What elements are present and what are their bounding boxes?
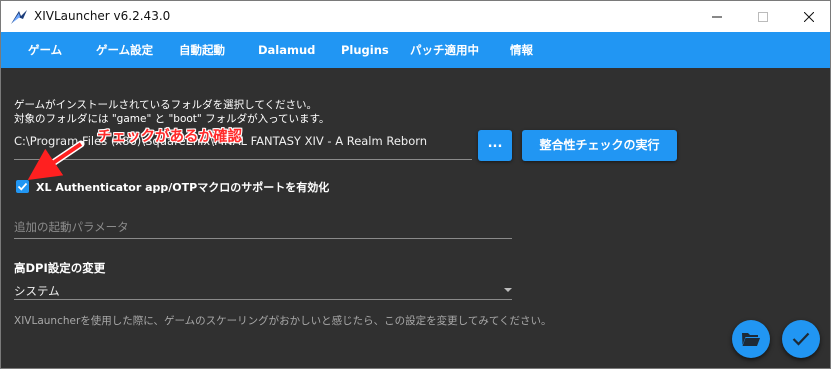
checkmark-icon — [17, 182, 28, 191]
tab-game-settings[interactable]: ゲーム設定 — [96, 32, 153, 68]
close-button[interactable] — [786, 1, 830, 32]
tab-plugins[interactable]: Plugins — [341, 32, 389, 68]
dpi-setting-title: 高DPI設定の変更 — [14, 261, 106, 275]
dpi-select-underline — [14, 299, 512, 300]
annotation-callout: チェックがあるか確認 — [97, 129, 242, 145]
game-folder-description-1: ゲームがインストールされているフォルダを選択してください。 — [14, 99, 318, 111]
save-settings-button[interactable] — [782, 320, 820, 358]
integrity-check-button[interactable]: 整合性チェックの実行 — [522, 130, 677, 161]
folder-open-icon — [742, 333, 760, 346]
game-path-underline — [14, 159, 472, 160]
close-icon — [804, 11, 814, 22]
check-icon — [792, 332, 810, 346]
minimize-button[interactable] — [694, 1, 740, 32]
window-title: XIVLauncher v6.2.43.0 — [34, 9, 171, 23]
tab-bar: ゲーム ゲーム設定 自動起動 Dalamud Plugins パッチ適用中 情報 — [1, 32, 830, 68]
otp-checkbox[interactable] — [16, 180, 29, 193]
tab-dalamud[interactable]: Dalamud — [258, 32, 315, 68]
tab-game[interactable]: ゲーム — [28, 32, 62, 68]
dpi-hint-text: XIVLauncherを使用した際に、ゲームのスケーリングがおかしいと感じたら、… — [14, 315, 552, 327]
maximize-icon — [758, 11, 768, 22]
title-bar: XIVLauncher v6.2.43.0 — [1, 1, 830, 32]
launch-params-input[interactable]: 追加の起動パラメータ — [14, 219, 512, 235]
launcher-window: XIVLauncher v6.2.43.0 ゲーム ゲーム設定 自動起動 Dal… — [0, 0, 831, 369]
xivlauncher-logo-icon — [11, 10, 27, 24]
minimize-icon — [712, 16, 722, 17]
game-folder-description-2: 対象のフォルダには "game" と "boot" フォルダが入っています。 — [14, 113, 330, 125]
dropdown-arrow-icon — [504, 288, 512, 292]
dpi-select[interactable]: システム — [14, 283, 512, 299]
maximize-button[interactable] — [740, 1, 786, 32]
tab-patching[interactable]: パッチ適用中 — [410, 32, 479, 68]
open-folder-button[interactable] — [732, 320, 770, 358]
launch-params-underline — [14, 238, 512, 239]
game-path-input[interactable]: C:\Program Files (x86)\SquareEnix\FINAL … — [14, 134, 472, 148]
browse-folder-button[interactable]: ... — [478, 130, 512, 161]
tab-autostart[interactable]: 自動起動 — [179, 32, 225, 68]
tab-about[interactable]: 情報 — [510, 32, 533, 68]
otp-checkbox-label[interactable]: XL Authenticator app/OTPマクロのサポートを有効化 — [36, 179, 329, 195]
